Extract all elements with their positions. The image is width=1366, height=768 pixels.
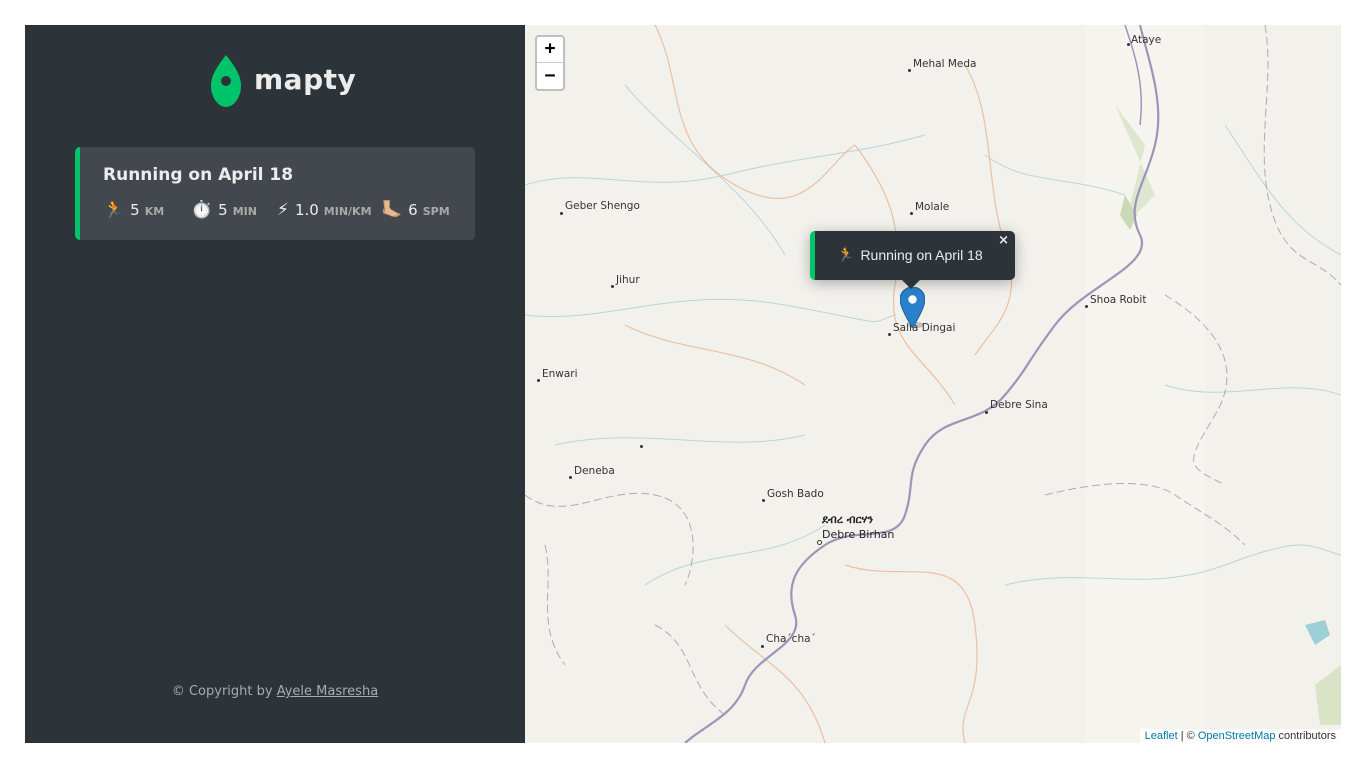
logo: mapty [211, 55, 356, 107]
map-pin-logo-icon [211, 55, 241, 107]
foot-icon: 🦶🏼 [381, 200, 403, 220]
popup-tip [901, 279, 921, 289]
cadence-unit: spm [422, 205, 450, 218]
zoom-out-button[interactable]: − [537, 63, 563, 89]
map[interactable]: Ataye Mehal Meda Molale Geber Shengo Jih… [525, 25, 1341, 743]
stat-pace: ⚡ 1.0 min/km [277, 201, 381, 219]
place-shoa-robit: Shoa Robit [1090, 294, 1147, 306]
osm-link[interactable]: OpenStreetMap [1198, 730, 1276, 742]
place-geber-shengo: Geber Shengo [565, 200, 640, 212]
distance-unit: km [144, 205, 165, 218]
workout-title: Running on April 18 [103, 165, 294, 185]
leaflet-link[interactable]: Leaflet [1145, 730, 1178, 742]
lightning-icon: ⚡ [277, 200, 289, 220]
place-dot [1085, 305, 1088, 308]
zoom-control: + − [535, 35, 565, 91]
place-dot [762, 499, 765, 502]
place-jihur: Jihur [616, 274, 640, 286]
place-dot [1127, 43, 1130, 46]
place-dot [560, 212, 563, 215]
place-dot [761, 645, 764, 648]
place-dot [640, 445, 643, 448]
stat-cadence: 🦶🏼 6 spm [381, 201, 450, 219]
place-dot [908, 69, 911, 72]
distance-value: 5 [130, 201, 140, 219]
duration-unit: min [232, 205, 257, 218]
close-icon[interactable]: × [998, 233, 1009, 248]
place-dot [537, 379, 540, 382]
place-dot [611, 285, 614, 288]
place-gosh-bado: Gosh Bado [767, 488, 824, 500]
stopwatch-icon: ⏱️ [191, 200, 213, 220]
duration-value: 5 [218, 201, 228, 219]
popup-content: 🏃 Running on April 18 [837, 246, 983, 263]
pace-unit: min/km [323, 205, 372, 218]
sidebar: mapty Running on April 18 🏃 5 km ⏱️ 5 mi… [25, 25, 525, 743]
place-deneba: Deneba [574, 465, 615, 477]
place-enwari: Enwari [542, 368, 578, 380]
brand-name: mapty [254, 62, 357, 96]
place-molale: Molale [915, 201, 950, 213]
place-dot [910, 212, 913, 215]
pace-value: 1.0 [294, 201, 319, 219]
workout-popup: 🏃 Running on April 18 × [810, 231, 1015, 280]
place-debre-birhan: Debre Birhan [822, 528, 895, 541]
stat-distance: 🏃 5 km [103, 201, 191, 219]
attribution-separator: | © [1177, 730, 1198, 742]
stat-duration: ⏱️ 5 min [191, 201, 277, 219]
app-container: mapty Running on April 18 🏃 5 km ⏱️ 5 mi… [25, 25, 1341, 743]
copyright: © Copyright by Ayele Masresha [25, 684, 525, 699]
place-dot [985, 411, 988, 414]
copyright-text: © Copyright by [171, 684, 277, 699]
runner-icon: 🏃 [837, 246, 855, 262]
popup-text: Running on April 18 [860, 246, 983, 263]
map-attribution: Leaflet | © OpenStreetMap contributors [1139, 729, 1341, 743]
map-tiles [525, 25, 1341, 743]
author-link[interactable]: Ayele Masresha [277, 684, 378, 699]
runner-icon: 🏃 [103, 200, 125, 220]
place-dot [569, 476, 572, 479]
attribution-suffix: contributors [1275, 730, 1336, 742]
cadence-value: 6 [408, 201, 418, 219]
place-ataye: Ataye [1131, 34, 1162, 46]
workout-stats: 🏃 5 km ⏱️ 5 min ⚡ 1.0 min/km 🦶🏼 6 [103, 201, 465, 219]
zoom-in-button[interactable]: + [537, 37, 563, 63]
place-debre-birhan-amharic: ደብረ ብርሃን [822, 513, 874, 526]
place-chacha: Cha´cha´ [766, 633, 816, 645]
workout-card[interactable]: Running on April 18 🏃 5 km ⏱️ 5 min ⚡ 1.… [75, 147, 475, 240]
place-debre-sina: Debre Sina [990, 399, 1048, 411]
place-mehal-meda: Mehal Meda [913, 58, 977, 70]
place-dot [888, 333, 891, 336]
map-marker-icon[interactable] [900, 287, 925, 328]
